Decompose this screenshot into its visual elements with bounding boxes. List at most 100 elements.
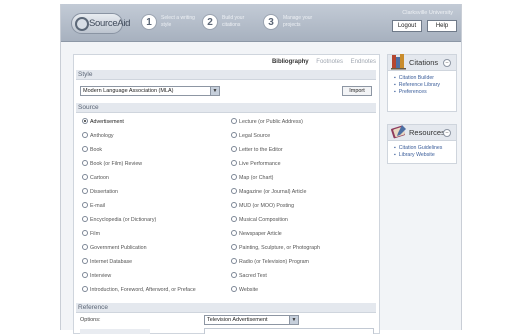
radio-button-icon[interactable] xyxy=(82,118,88,124)
tab-bibliography[interactable]: Bibliography xyxy=(272,59,309,65)
radio-button-icon[interactable] xyxy=(231,258,237,264)
radio-button-icon[interactable] xyxy=(231,132,237,138)
radio-button-icon[interactable] xyxy=(82,146,88,152)
citations-box-header: Citations – xyxy=(388,54,456,71)
source-option-label: Advertisement xyxy=(90,119,124,125)
radio-button-icon[interactable] xyxy=(231,174,237,180)
radio-button-icon[interactable] xyxy=(231,230,237,236)
source-option-label: Painting, Sculpture, or Photograph xyxy=(239,245,320,251)
source-option-right-2[interactable]: Letter to the Editor xyxy=(231,146,283,154)
source-option-label: Interview xyxy=(90,273,112,279)
link-citation-builder[interactable]: Citation Builder xyxy=(394,75,456,82)
radio-button-icon[interactable] xyxy=(231,216,237,222)
source-option-right-11[interactable]: Sacred Text xyxy=(231,272,267,280)
radio-button-icon[interactable] xyxy=(231,244,237,250)
source-option-left-11[interactable]: Interview xyxy=(82,272,111,280)
radio-button-icon[interactable] xyxy=(82,258,88,264)
radio-button-icon[interactable] xyxy=(231,286,237,292)
source-option-right-1[interactable]: Legal Source xyxy=(231,132,270,140)
source-option-label: Lecture (or Public Address) xyxy=(239,119,303,125)
source-option-label: Letter to the Editor xyxy=(239,147,283,153)
source-option-label: Anthology xyxy=(90,133,114,139)
resources-box: Resources – Citation Guidelines Library … xyxy=(387,124,457,164)
next-field-input-cropped[interactable] xyxy=(204,328,374,334)
radio-button-icon[interactable] xyxy=(231,118,237,124)
source-option-left-8[interactable]: Film xyxy=(82,230,100,238)
source-option-left-9[interactable]: Government Publication xyxy=(82,244,147,252)
source-option-left-5[interactable]: Dissertation xyxy=(82,188,118,196)
chevron-down-icon: ▼ xyxy=(210,87,219,95)
source-option-left-0[interactable]: Advertisement xyxy=(82,118,124,126)
import-button[interactable]: Import xyxy=(342,86,372,96)
source-option-right-0[interactable]: Lecture (or Public Address) xyxy=(231,118,303,126)
reference-section-header: Reference xyxy=(76,303,376,313)
institution-name: Clarksville University xyxy=(402,10,453,16)
source-option-right-12[interactable]: Website xyxy=(231,286,258,294)
radio-button-icon[interactable] xyxy=(82,160,88,166)
source-option-left-1[interactable]: Anthology xyxy=(82,132,114,140)
main-panel: Bibliography Footnotes Endnotes Style Mo… xyxy=(73,54,380,334)
radio-button-icon[interactable] xyxy=(82,216,88,222)
source-option-right-5[interactable]: Magazine (or Journal) Article xyxy=(231,188,306,196)
radio-button-icon[interactable] xyxy=(82,230,88,236)
sourceaid-logo[interactable]: SourceAid xyxy=(71,13,130,34)
source-option-left-7[interactable]: Encyclopedia (or Dictionary) xyxy=(82,216,156,224)
radio-button-icon[interactable] xyxy=(82,132,88,138)
source-option-right-10[interactable]: Radio (or Television) Program xyxy=(231,258,309,266)
chevron-down-icon: ▼ xyxy=(289,316,298,324)
source-option-label: E-mail xyxy=(90,203,106,209)
step-label: Build your citations xyxy=(222,15,245,28)
source-option-label: Map (or Chart) xyxy=(239,175,274,181)
radio-button-icon[interactable] xyxy=(82,272,88,278)
step-number: 1 xyxy=(141,14,157,30)
source-option-label: Newspaper Article xyxy=(239,231,282,237)
radio-button-icon[interactable] xyxy=(231,160,237,166)
source-option-right-9[interactable]: Painting, Sculpture, or Photograph xyxy=(231,244,320,252)
source-option-left-12[interactable]: Introduction, Foreword, Afterword, or Pr… xyxy=(82,286,196,294)
radio-button-icon[interactable] xyxy=(231,188,237,194)
source-option-right-4[interactable]: Map (or Chart) xyxy=(231,174,273,182)
options-select[interactable]: Television Advertisement ▼ xyxy=(204,315,299,325)
source-option-left-3[interactable]: Book (or Film) Review xyxy=(82,160,142,168)
collapse-icon[interactable]: – xyxy=(443,59,451,67)
options-select-value: Television Advertisement xyxy=(207,317,268,323)
resources-icon xyxy=(391,125,406,139)
step-label: Manage your projects xyxy=(283,15,313,28)
source-option-left-6[interactable]: E-mail xyxy=(82,202,105,210)
collapse-icon[interactable]: – xyxy=(443,129,451,137)
source-option-left-2[interactable]: Book xyxy=(82,146,102,154)
radio-button-icon[interactable] xyxy=(82,244,88,250)
source-option-right-7[interactable]: Musical Composition xyxy=(231,216,288,224)
radio-button-icon[interactable] xyxy=(82,286,88,292)
resources-box-header: Resources – xyxy=(388,125,456,141)
link-preferences[interactable]: Preferences xyxy=(394,89,456,96)
app-frame: SourceAid 1 Select a writing style 2 Bui… xyxy=(60,4,462,334)
radio-button-icon[interactable] xyxy=(231,202,237,208)
style-select[interactable]: Modern Language Association (MLA) ▼ xyxy=(80,86,220,96)
radio-button-icon[interactable] xyxy=(82,202,88,208)
logout-button[interactable]: Logout xyxy=(392,20,422,32)
help-button[interactable]: Help xyxy=(427,20,457,32)
source-option-left-10[interactable]: Internet Database xyxy=(82,258,132,266)
source-section-header: Source xyxy=(76,103,376,113)
link-reference-library[interactable]: Reference Library xyxy=(394,82,456,89)
link-library-website[interactable]: Library Website xyxy=(394,152,456,159)
tab-endnotes[interactable]: Endnotes xyxy=(351,59,376,65)
radio-button-icon[interactable] xyxy=(82,174,88,180)
radio-button-icon[interactable] xyxy=(82,188,88,194)
source-option-label: Musical Composition xyxy=(239,217,288,223)
radio-button-icon[interactable] xyxy=(231,272,237,278)
source-option-label: Dissertation xyxy=(90,189,118,195)
source-option-right-3[interactable]: Live Performance xyxy=(231,160,281,168)
radio-button-icon[interactable] xyxy=(231,146,237,152)
source-option-label: Film xyxy=(90,231,101,237)
tab-footnotes[interactable]: Footnotes xyxy=(316,59,343,65)
link-citation-guidelines[interactable]: Citation Guidelines xyxy=(394,145,456,152)
step-number: 2 xyxy=(202,14,218,30)
source-option-right-8[interactable]: Newspaper Article xyxy=(231,230,282,238)
step-number: 3 xyxy=(263,14,279,30)
source-option-label: Introduction, Foreword, Afterword, or Pr… xyxy=(90,287,196,293)
source-option-right-6[interactable]: MUD (or MOO) Posting xyxy=(231,202,294,210)
source-option-left-4[interactable]: Cartoon xyxy=(82,174,109,182)
resources-title: Resources xyxy=(409,128,445,137)
